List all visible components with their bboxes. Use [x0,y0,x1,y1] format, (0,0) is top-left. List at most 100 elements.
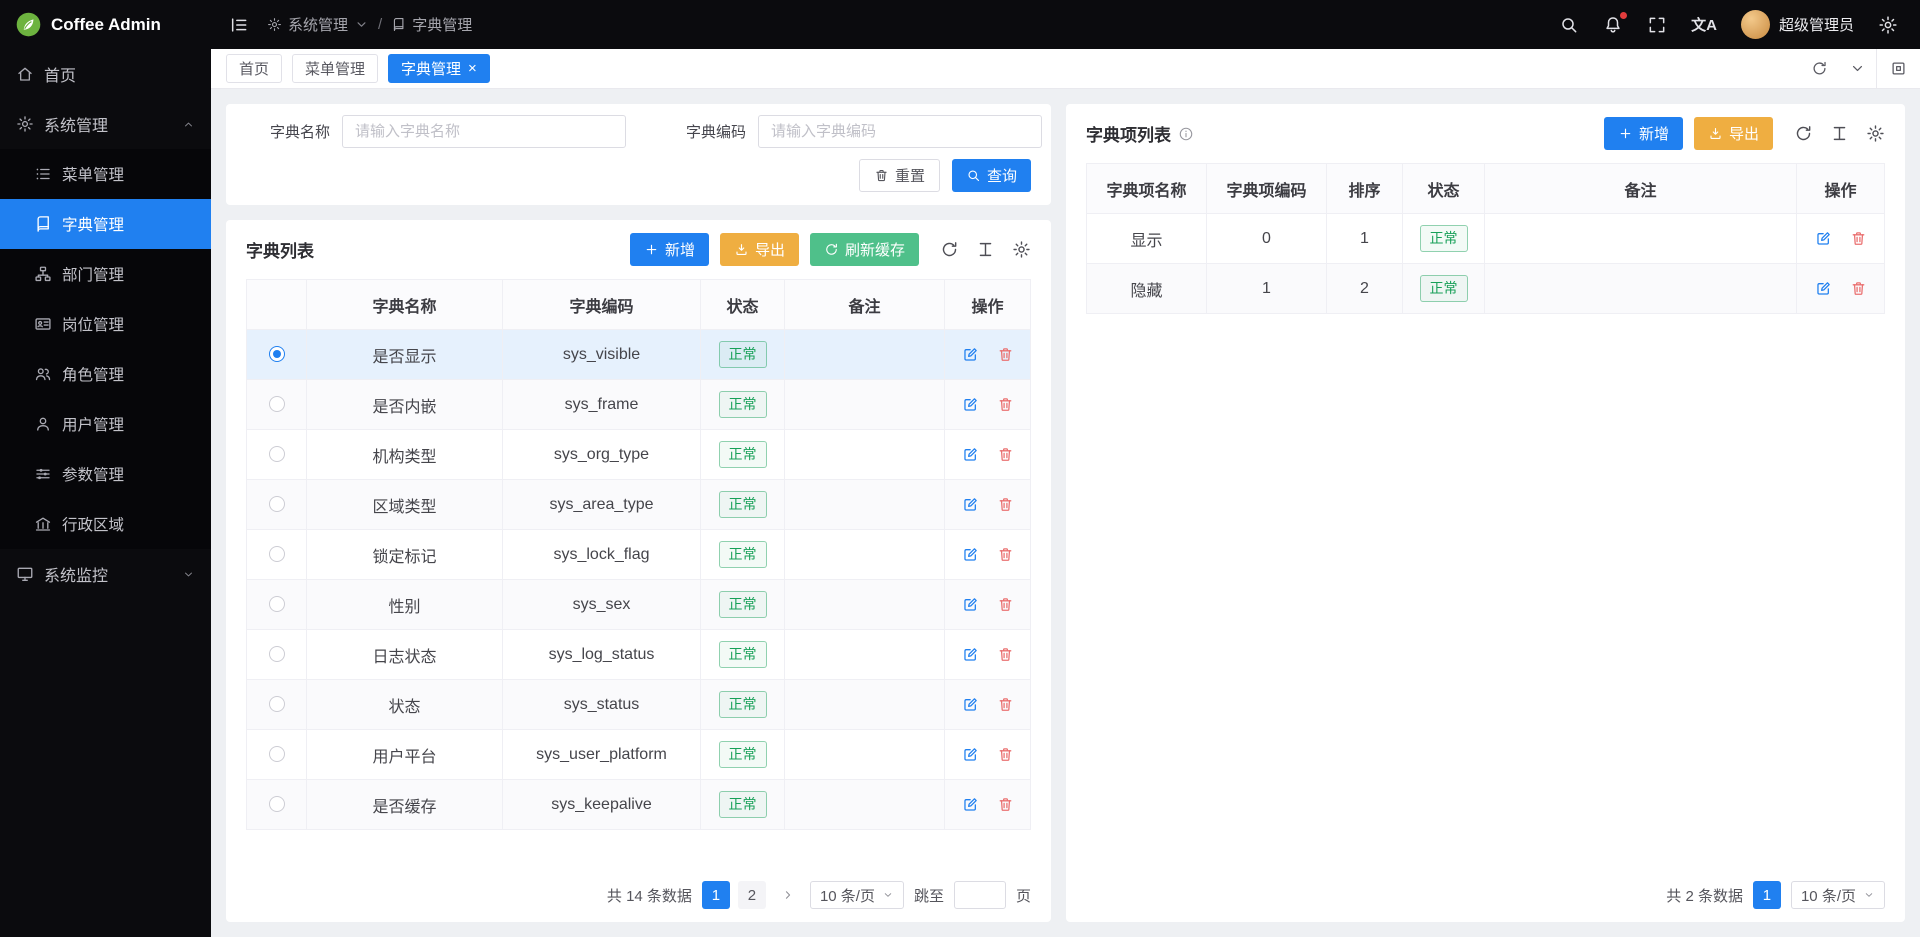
sidebar-item[interactable]: 系统监控 [0,549,211,599]
cell-sort: 1 [1327,214,1403,264]
jump-page-input[interactable] [954,881,1006,909]
fullscreen-icon[interactable] [1647,15,1667,35]
sidebar-subitem[interactable]: 角色管理 [0,349,211,399]
refresh-cache-button[interactable]: 刷新缓存 [810,233,919,266]
column-settings-icon[interactable] [976,240,995,259]
edit-icon[interactable] [1815,280,1832,297]
tab[interactable]: 字典管理 × [388,54,490,83]
reset-button[interactable]: 重置 [859,159,940,192]
notification-bell-icon[interactable] [1603,15,1623,35]
edit-icon[interactable] [962,546,979,563]
table-row[interactable]: 是否缓存 sys_keepalive 正常 [247,780,1031,830]
page-button[interactable]: 2 [738,881,766,909]
sidebar-item[interactable]: 系统管理 [0,99,211,149]
add-button[interactable]: 新增 [630,233,709,266]
info-icon[interactable] [1178,126,1194,142]
page-button[interactable]: 1 [1753,881,1781,909]
next-page-button[interactable] [776,881,800,909]
export-button[interactable]: 导出 [1694,117,1773,150]
sidebar-subitem[interactable]: 菜单管理 [0,149,211,199]
edit-icon[interactable] [962,596,979,613]
edit-icon[interactable] [962,396,979,413]
edit-icon[interactable] [962,696,979,713]
page-button[interactable]: 1 [702,881,730,909]
edit-icon[interactable] [962,796,979,813]
edit-icon[interactable] [962,646,979,663]
sidebar-subitem[interactable]: 用户管理 [0,399,211,449]
delete-icon[interactable] [997,796,1014,813]
delete-icon[interactable] [1850,230,1867,247]
column-settings-icon[interactable] [1830,124,1849,143]
tab[interactable]: 首页 [226,54,282,83]
cell-sort: 2 [1327,264,1403,314]
add-button[interactable]: 新增 [1604,117,1683,150]
row-radio[interactable] [269,496,285,512]
table-row[interactable]: 日志状态 sys_log_status 正常 [247,630,1031,680]
export-button[interactable]: 导出 [720,233,799,266]
settings-gear-icon[interactable] [1878,15,1898,35]
row-radio[interactable] [269,796,285,812]
breadcrumb-item[interactable]: 字典管理 [391,14,472,35]
cell-remark [785,780,945,830]
page-size-select[interactable]: 10 条/页 [810,881,904,909]
delete-icon[interactable] [997,396,1014,413]
delete-icon[interactable] [1850,280,1867,297]
gear-icon[interactable] [1866,124,1885,143]
edit-icon[interactable] [962,346,979,363]
tab[interactable]: 菜单管理 [292,54,378,83]
delete-icon[interactable] [997,646,1014,663]
sidebar-subitem[interactable]: 部门管理 [0,249,211,299]
menu-toggle-icon[interactable] [229,15,249,35]
table-row[interactable]: 机构类型 sys_org_type 正常 [247,430,1031,480]
table-row[interactable]: 锁定标记 sys_lock_flag 正常 [247,530,1031,580]
edit-icon[interactable] [962,496,979,513]
edit-icon[interactable] [962,446,979,463]
chevron-down-icon[interactable] [1838,49,1876,88]
page-size-select[interactable]: 10 条/页 [1791,881,1885,909]
table-row[interactable]: 状态 sys_status 正常 [247,680,1031,730]
refresh-icon[interactable] [1794,124,1813,143]
table-row[interactable]: 是否显示 sys_visible 正常 [247,330,1031,380]
sidebar-subitem[interactable]: 行政区域 [0,499,211,549]
table-row[interactable]: 区域类型 sys_area_type 正常 [247,480,1031,530]
row-radio[interactable] [269,746,285,762]
sidebar-subitem[interactable]: 字典管理 [0,199,211,249]
translate-icon[interactable]: 文A [1691,14,1717,35]
delete-icon[interactable] [997,496,1014,513]
row-radio[interactable] [269,446,285,462]
table-row[interactable]: 用户平台 sys_user_platform 正常 [247,730,1031,780]
tab-close-icon[interactable]: × [468,61,477,76]
delete-icon[interactable] [997,446,1014,463]
dict-name-input[interactable] [342,115,626,148]
gear-icon[interactable] [1012,240,1031,259]
dict-code-input[interactable] [758,115,1042,148]
sidebar-subitem[interactable]: 参数管理 [0,449,211,499]
delete-icon[interactable] [997,346,1014,363]
search-icon[interactable] [1559,15,1579,35]
row-radio[interactable] [269,346,285,362]
refresh-icon[interactable] [940,240,959,259]
table-row[interactable]: 是否内嵌 sys_frame 正常 [247,380,1031,430]
maximize-view-icon[interactable] [1876,49,1920,88]
delete-icon[interactable] [997,546,1014,563]
edit-icon[interactable] [962,746,979,763]
table-row[interactable]: 显示 0 1 正常 [1087,214,1885,264]
delete-icon[interactable] [997,596,1014,613]
row-radio[interactable] [269,396,285,412]
row-radio[interactable] [269,596,285,612]
breadcrumb-item[interactable]: 系统管理 [267,14,369,35]
query-button[interactable]: 查询 [952,159,1031,192]
cell-code: 0 [1207,214,1327,264]
row-radio[interactable] [269,546,285,562]
refresh-icon[interactable] [1800,49,1838,88]
sidebar-subitem[interactable]: 岗位管理 [0,299,211,349]
row-radio[interactable] [269,696,285,712]
edit-icon[interactable] [1815,230,1832,247]
sidebar-item[interactable]: 首页 [0,49,211,99]
user-menu[interactable]: 超级管理员 [1741,10,1854,39]
delete-icon[interactable] [997,746,1014,763]
table-row[interactable]: 隐藏 1 2 正常 [1087,264,1885,314]
delete-icon[interactable] [997,696,1014,713]
table-row[interactable]: 性别 sys_sex 正常 [247,580,1031,630]
row-radio[interactable] [269,646,285,662]
